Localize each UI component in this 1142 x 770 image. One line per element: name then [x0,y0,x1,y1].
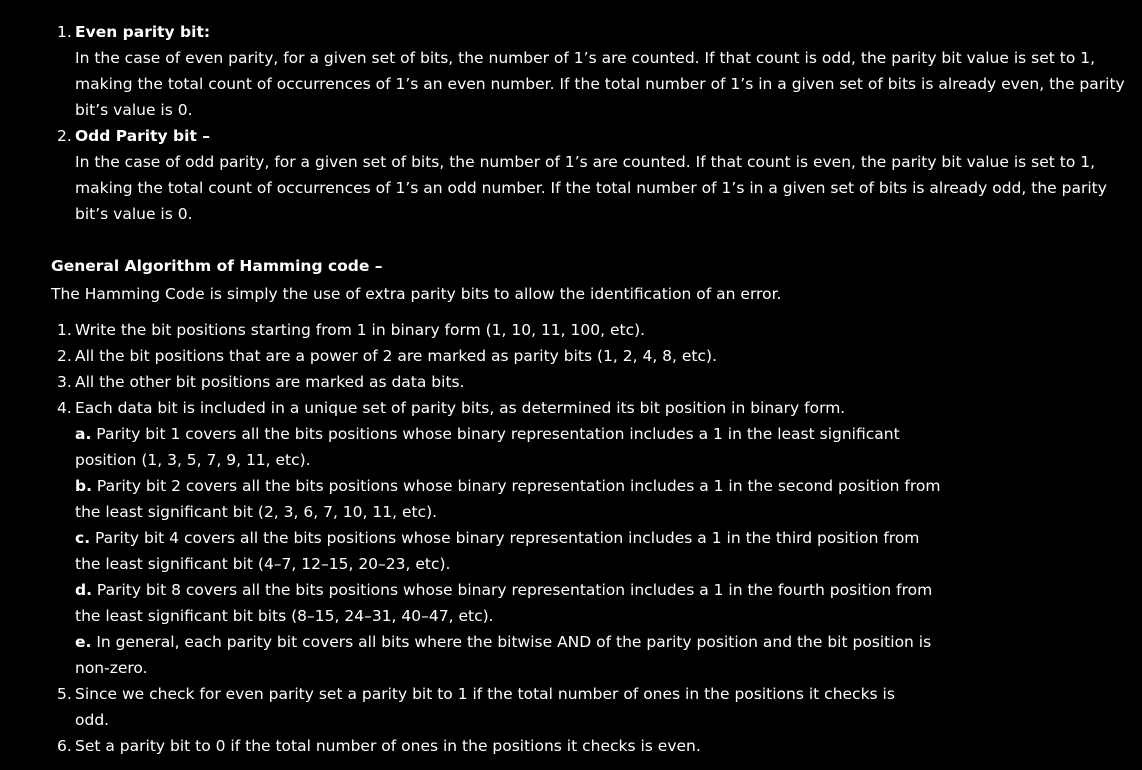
even-parity-line-2: making the total count of occurrences of… [75,75,1125,93]
parity-types-list: 1. Even parity bit: In the case of even … [0,19,1142,227]
sub-step-text-cont: the least significant bit (4–7, 12–15, 2… [75,555,451,573]
step-number: 2. [57,347,72,365]
sub-step-text-cont: position (1, 3, 5, 7, 9, 11, etc). [75,451,311,469]
sub-step-text: In general, each parity bit covers all b… [96,633,932,651]
parity-coverage-sublist: a. Parity bit 1 covers all the bits posi… [0,421,1142,681]
step-item: 6. Set a parity bit to 0 if the total nu… [0,733,1142,759]
step-text: Set a parity bit to 0 if the total numbe… [75,737,701,755]
step-text-cont: odd. [75,711,110,729]
sub-step-text: Parity bit 4 covers all the bits positio… [95,529,920,547]
list-number: 2. [57,127,72,145]
algorithm-steps-list: 1. Write the bit positions starting from… [0,317,1142,759]
list-number: 1. [57,23,72,41]
sub-step-text-cont: the least significant bit bits (8–15, 24… [75,607,494,625]
step-text: Each data bit is included in a unique se… [75,399,846,417]
list-item-odd-parity: 2. Odd Parity bit – In the case of odd p… [0,123,1142,227]
step-item: 4. Each data bit is included in a unique… [0,395,1142,421]
sub-step-text-cont: non-zero. [75,659,148,677]
odd-parity-line-3: bit’s value is 0. [75,205,193,223]
step-item: 1. Write the bit positions starting from… [0,317,1142,343]
sub-step-item: a. Parity bit 1 covers all the bits posi… [0,421,1142,473]
sub-step-text: Parity bit 2 covers all the bits positio… [96,477,941,495]
step-number: 4. [57,399,72,417]
step-number: 1. [57,321,72,339]
algorithm-heading: General Algorithm of Hamming code – [51,257,383,275]
step-item: 3. All the other bit positions are marke… [0,369,1142,395]
sub-step-item: c. Parity bit 4 covers all the bits posi… [0,525,1142,577]
even-parity-title: Even parity bit: [75,23,211,41]
step-number: 5. [57,685,72,703]
even-parity-line-1: In the case of even parity, for a given … [75,49,1096,67]
step-text: All the bit positions that are a power o… [75,347,717,365]
step-number: 6. [57,737,72,755]
step-text: Write the bit positions starting from 1 … [75,321,646,339]
step-number: 3. [57,373,72,391]
odd-parity-line-1: In the case of odd parity, for a given s… [75,153,1096,171]
even-parity-line-3: bit’s value is 0. [75,101,193,119]
sub-step-letter: b. [75,477,92,495]
sub-step-letter: d. [75,581,92,599]
sub-step-text: Parity bit 1 covers all the bits positio… [96,425,900,443]
sub-step-text-cont: the least significant bit (2, 3, 6, 7, 1… [75,503,438,521]
list-item-even-parity: 1. Even parity bit: In the case of even … [0,19,1142,123]
sub-step-text: Parity bit 8 covers all the bits positio… [96,581,933,599]
sub-step-item: d. Parity bit 8 covers all the bits posi… [0,577,1142,629]
sub-step-letter: c. [75,529,91,547]
sub-step-item: b. Parity bit 2 covers all the bits posi… [0,473,1142,525]
step-item: 5. Since we check for even parity set a … [0,681,1142,733]
sub-step-letter: a. [75,425,92,443]
step-text: Since we check for even parity set a par… [75,685,895,703]
step-item: 2. All the bit positions that are a powe… [0,343,1142,369]
algorithm-intro: The Hamming Code is simply the use of ex… [51,285,782,303]
odd-parity-line-2: making the total count of occurrences of… [75,179,1107,197]
sub-step-letter: e. [75,633,92,651]
sub-step-item: e. In general, each parity bit covers al… [0,629,1142,681]
step-text: All the other bit positions are marked a… [75,373,465,391]
odd-parity-title: Odd Parity bit – [75,127,210,145]
